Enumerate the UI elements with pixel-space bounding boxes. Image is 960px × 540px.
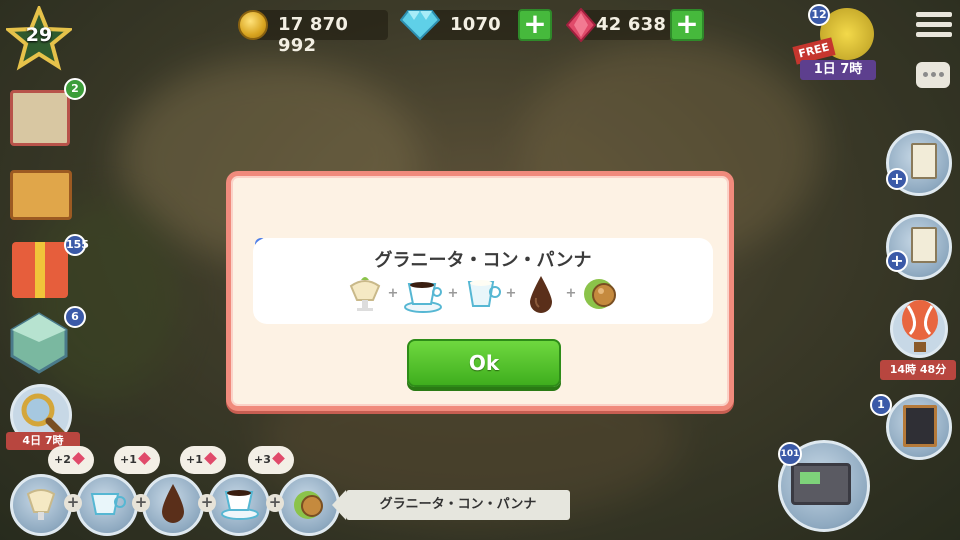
plus-icon: + — [266, 494, 284, 512]
hazelnut-icon — [584, 279, 616, 309]
menu-board-badge: 1 — [870, 394, 892, 416]
tasks-button[interactable]: 2 — [6, 78, 86, 150]
crystal-icon — [10, 312, 68, 374]
crystal-badge: 6 — [64, 306, 86, 328]
plus-icon: + — [505, 286, 517, 301]
chat-icon[interactable] — [916, 62, 950, 88]
cash-register-icon — [791, 463, 851, 505]
buy-diamonds-button[interactable]: + — [518, 9, 552, 41]
menu-board-icon — [903, 405, 937, 447]
gem-value: 42 638 — [596, 14, 667, 35]
recipe-card: グラニータ・コン・パンナ + + + + — [253, 238, 713, 324]
add-order-icon-2[interactable]: + — [886, 250, 908, 272]
coin-icon — [238, 10, 268, 40]
menu-icon[interactable] — [916, 12, 952, 40]
gem-icon — [272, 452, 285, 465]
chest-button[interactable] — [6, 160, 74, 226]
gift-button[interactable]: 155 — [6, 234, 89, 302]
balloon-timer: 14時 48分 — [880, 360, 956, 380]
recipe-label: グラニータ・コン・パンナ — [332, 490, 570, 520]
gem-icon — [72, 452, 85, 465]
plus-icon: + — [198, 494, 216, 512]
plus-icon: + — [565, 286, 577, 301]
reward-bubble: +3 — [248, 446, 294, 474]
tasks-badge: 2 — [64, 78, 86, 100]
level-star[interactable]: 29 — [3, 3, 75, 72]
clipboard-icon — [10, 90, 70, 146]
plus-icon: + — [64, 494, 82, 512]
order-note-icon — [911, 227, 937, 263]
hazelnut-icon — [294, 491, 323, 519]
granita-icon — [26, 489, 56, 520]
player-level: 29 — [25, 24, 53, 46]
diamond-value: 1070 — [450, 14, 501, 35]
plus-icon: + — [132, 494, 150, 512]
ok-button[interactable]: Ok — [407, 339, 561, 387]
reward-bubble: +1 — [180, 446, 226, 474]
register-badge: 101 — [778, 442, 802, 466]
gem-icon — [566, 8, 596, 42]
free-gift-button[interactable]: FREE 12 1日 7時 — [792, 4, 878, 80]
recipe-dialog: グラニータ・コン・パンナ + + + + Ok — [226, 171, 734, 411]
recipe-title: グラニータ・コン・パンナ — [374, 250, 592, 271]
hot-air-balloon-icon — [902, 300, 938, 352]
gem-icon — [204, 452, 217, 465]
granita-icon — [349, 277, 381, 311]
milk-cup-icon — [90, 493, 126, 515]
gift-icon — [12, 242, 68, 298]
order-note-icon — [911, 143, 937, 179]
coin-counter: 17 870 992 — [250, 10, 388, 56]
gift-badge: 155 — [64, 234, 89, 256]
coin-value: 17 870 992 — [278, 14, 349, 56]
menu-board-button[interactable] — [886, 394, 952, 460]
plus-icon: + — [447, 286, 459, 301]
free-timer: 1日 7時 — [800, 60, 876, 80]
buy-gems-button[interactable]: + — [670, 9, 704, 41]
coffee-cup-icon — [404, 282, 442, 313]
chest-icon — [10, 170, 72, 220]
chocolate-drop-icon — [530, 276, 552, 313]
diamond-icon — [400, 10, 440, 41]
gem-icon — [138, 452, 151, 465]
chocolate-drop-icon — [162, 484, 184, 523]
reward-bubble: +2 — [48, 446, 94, 474]
coffee-cup-icon — [221, 490, 259, 520]
add-order-icon-1[interactable]: + — [886, 168, 908, 190]
milk-cup-icon — [467, 280, 501, 307]
plus-icon: + — [387, 286, 399, 301]
search-button[interactable]: 4日 7時 — [6, 384, 80, 450]
free-badge: 12 — [808, 4, 830, 26]
reward-bubble: +1 — [114, 446, 160, 474]
crystal-button[interactable]: 6 — [6, 306, 86, 376]
